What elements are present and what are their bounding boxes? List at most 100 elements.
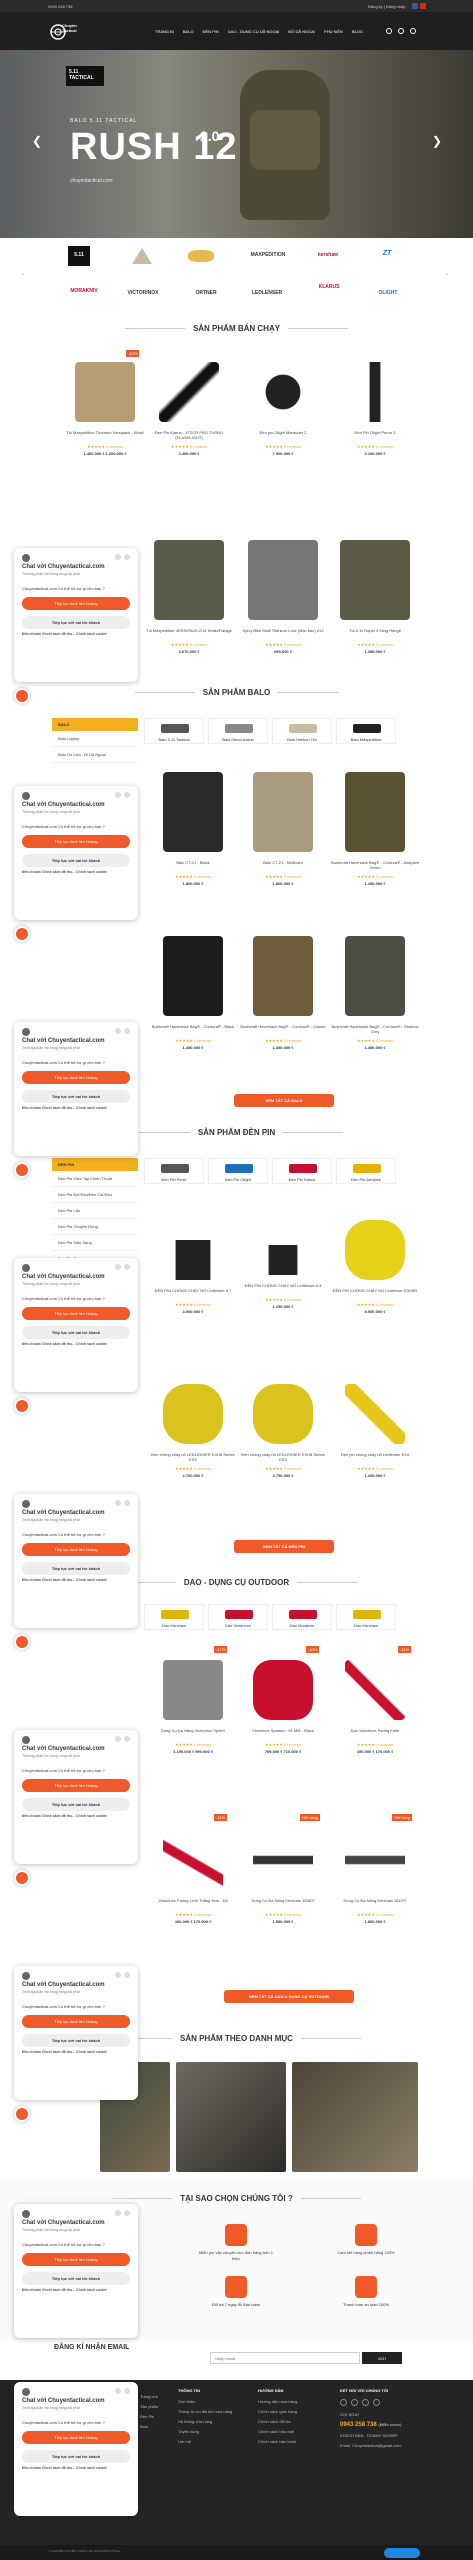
menu-item[interactable]: Đèn Pin Chuyên Dụng bbox=[52, 1219, 138, 1235]
guest-button[interactable]: Tiếp tục với vai trò khách bbox=[22, 854, 130, 867]
nav-item[interactable]: BALO bbox=[183, 29, 194, 34]
product-card[interactable]: Dụng Cụ Đa Năng Kershaw 1810TI ★★★★★ 0 re… bbox=[330, 1830, 420, 1924]
chat-bubble-icon[interactable] bbox=[14, 1398, 30, 1414]
product-card[interactable]: Túi Maxpedition VERSIPACK-K14 Khaki/Foli… bbox=[144, 540, 234, 654]
minimize-icon[interactable] bbox=[115, 1972, 121, 1978]
close-icon[interactable] bbox=[124, 1264, 130, 1270]
close-icon[interactable] bbox=[124, 2210, 130, 2216]
tab-dao[interactable]: Dao Kershaw bbox=[336, 1604, 396, 1630]
minimize-icon[interactable] bbox=[115, 1736, 121, 1742]
twitter-icon[interactable] bbox=[373, 2399, 380, 2406]
topbar-phone[interactable]: 0943 258 738 bbox=[48, 4, 72, 9]
continue-button[interactable]: Tiếp tục dưới tên Hoàng bbox=[22, 1543, 130, 1556]
zalo-button[interactable] bbox=[384, 2548, 420, 2558]
chevron-left-icon[interactable]: ❮ bbox=[32, 134, 42, 148]
tab-balo[interactable]: Balo Direct Action bbox=[208, 718, 268, 744]
product-card[interactable]: Dụng Cụ Đa Năng Kershaw 1556TI ★★★★★ 0 re… bbox=[238, 1830, 328, 1924]
brand-ortner[interactable]: ORTNER bbox=[186, 290, 226, 296]
product-card[interactable]: Dao Victorinox Paring Knife ★★★★★ 0 revie… bbox=[330, 1660, 420, 1754]
product-card[interactable]: Dụng Cụ Đa Năng Victorinox SpiritX ★★★★★ … bbox=[148, 1660, 238, 1754]
brand-victorinox[interactable]: VICTORINOX bbox=[118, 290, 168, 296]
chat-bubble-icon[interactable] bbox=[14, 926, 30, 942]
close-icon[interactable] bbox=[124, 1736, 130, 1742]
youtube-icon[interactable] bbox=[351, 2399, 358, 2406]
product-card[interactable]: Bushcraft Haversack Bag® - Cordura® - Sh… bbox=[330, 936, 420, 1050]
brand-klarus[interactable]: KLARUS bbox=[314, 284, 344, 290]
youtube-icon[interactable] bbox=[420, 3, 426, 9]
product-card[interactable]: Balo CT-21 - Multicam ★★★★★ 0 reviews 1.80… bbox=[238, 772, 328, 886]
nav-item[interactable]: PHỤ KIỆN bbox=[324, 29, 343, 34]
facebook-icon[interactable] bbox=[340, 2399, 347, 2406]
menu-item[interactable]: Đèn Pin Siêu Sáng bbox=[52, 1235, 138, 1251]
product-card[interactable]: Bushcraft Haversack Bag® - Cordura® - Ad… bbox=[330, 772, 420, 886]
guest-button[interactable]: Tiếp tục với vai trò khách bbox=[22, 1798, 130, 1811]
product-card[interactable]: Đèn chống cháy nổ LEDLENSER EXH6 Series … bbox=[148, 1384, 238, 1478]
guest-button[interactable]: Tiếp tục với vai trò khách bbox=[22, 2034, 130, 2047]
brand-logo[interactable] bbox=[132, 248, 152, 264]
product-card[interactable]: Spicy Bike Multi Titanium Lock (Màu bạc)… bbox=[238, 540, 328, 654]
view-all-dao-button[interactable]: XEM TẤT CẢ DAO & DỤNG CỤ OUTDOOR bbox=[224, 1990, 354, 2003]
continue-button[interactable]: Tiếp tục dưới tên Hoàng bbox=[22, 1307, 130, 1320]
nav-item[interactable]: ĐÈN PIN bbox=[203, 29, 219, 34]
brand-zt[interactable]: ZT bbox=[370, 250, 404, 257]
brand-logo[interactable] bbox=[188, 250, 214, 262]
close-icon[interactable] bbox=[124, 1028, 130, 1034]
guest-button[interactable]: Tiếp tục với vai trò khách bbox=[22, 2450, 130, 2463]
continue-button[interactable]: Tiếp tục dưới tên Hoàng bbox=[22, 1779, 130, 1792]
tab-balo[interactable]: Balo Helikon Tex bbox=[272, 718, 332, 744]
close-icon[interactable] bbox=[124, 792, 130, 798]
guest-button[interactable]: Tiếp tục với vai trò khách bbox=[22, 2272, 130, 2285]
product-card[interactable]: Đèn pin Olight Marauder 2 ★★★★★ 0 reviews… bbox=[238, 362, 328, 456]
tab-denpin[interactable]: Đèn Pin Olight bbox=[208, 1158, 268, 1184]
tab-dao[interactable]: Dao Kershaw bbox=[144, 1604, 204, 1630]
instagram-icon[interactable] bbox=[362, 2399, 369, 2406]
category-image[interactable] bbox=[176, 2062, 286, 2172]
guest-button[interactable]: Tiếp tục với vai trò khách bbox=[22, 616, 130, 629]
menu-item[interactable]: Balo Laptop bbox=[52, 731, 138, 747]
minimize-icon[interactable] bbox=[115, 1028, 121, 1034]
product-card[interactable]: Bushcraft Haversack Bag® - Cordura® - Co… bbox=[238, 936, 328, 1050]
chat-bubble-icon[interactable] bbox=[14, 688, 30, 704]
chat-bubble-icon[interactable] bbox=[14, 1162, 30, 1178]
close-icon[interactable] bbox=[124, 2388, 130, 2394]
nav-item[interactable]: TRANG BỊ bbox=[155, 29, 174, 34]
tab-balo[interactable]: Balo Maxpedition bbox=[336, 718, 396, 744]
product-card[interactable]: Đèn Pin Olight Perun 2 ★★★★★ 0 reviews 2.1… bbox=[330, 362, 420, 456]
menu-item[interactable]: Đèn Pin Đội Đầu/Đèn Cài Đầu bbox=[52, 1187, 138, 1203]
continue-button[interactable]: Tiếp tục dưới tên Hoàng bbox=[22, 597, 130, 610]
minimize-icon[interactable] bbox=[115, 792, 121, 798]
close-icon[interactable] bbox=[124, 1500, 130, 1506]
menu-head[interactable]: ĐÈN PIN bbox=[52, 1158, 138, 1171]
continue-button[interactable]: Tiếp tục dưới tên Hoàng bbox=[22, 2253, 130, 2266]
category-image[interactable] bbox=[292, 2062, 418, 2172]
nav-item[interactable]: BLOG bbox=[352, 29, 363, 34]
product-card[interactable]: ĐÈN PIN CHỐNG CHÁY NỔ Ledlenser EXH8R ★★★… bbox=[330, 1220, 420, 1314]
menu-head[interactable]: BALO bbox=[52, 718, 138, 731]
tab-dao[interactable]: Dao Victorinox bbox=[208, 1604, 268, 1630]
guest-button[interactable]: Tiếp tục với vai trò khách bbox=[22, 1326, 130, 1339]
product-card[interactable]: Túi Maxpedition Thornton Versipack - Kha… bbox=[60, 362, 150, 456]
brand-511[interactable]: 5.11 bbox=[68, 246, 90, 266]
tab-denpin[interactable]: Đèn Pin Armytek bbox=[336, 1158, 396, 1184]
hotline[interactable]: 0943 258 738 (Miễn cước) bbox=[340, 2422, 450, 2428]
nav-item[interactable]: DAO - DỤNG CỤ DÃ NGOẠI bbox=[228, 29, 280, 34]
login-link[interactable]: Đăng ký | Đăng nhập bbox=[368, 4, 406, 9]
chevron-right-icon[interactable]: › bbox=[446, 272, 448, 278]
tab-denpin[interactable]: Đèn Pin Fenix bbox=[144, 1158, 204, 1184]
minimize-icon[interactable] bbox=[115, 1500, 121, 1506]
email-input[interactable] bbox=[210, 2352, 360, 2364]
search-icon[interactable] bbox=[386, 28, 392, 34]
facebook-icon[interactable] bbox=[412, 3, 418, 9]
guest-button[interactable]: Tiếp tục với vai trò khách bbox=[22, 1090, 130, 1103]
tab-dao[interactable]: Dao Morakniv bbox=[272, 1604, 332, 1630]
product-card[interactable]: Balo CT-21 - Black ★★★★★ 0 reviews 1.800.0… bbox=[148, 772, 238, 886]
brand-ledlenser[interactable]: LEDLENSER bbox=[242, 290, 292, 296]
product-card[interactable]: ĐÈN PIN CHỐNG CHÁY NỔ Ledlenser iL7 ★★★★★… bbox=[148, 1220, 238, 1314]
view-all-denpin-button[interactable]: XEM TẤT CẢ ĐÈN PIN bbox=[234, 1540, 334, 1553]
minimize-icon[interactable] bbox=[115, 1264, 121, 1270]
cart-icon[interactable] bbox=[398, 28, 404, 34]
product-card[interactable]: Victorinox Spartan - 91 MM - Black ★★★★★ … bbox=[238, 1660, 328, 1754]
user-icon[interactable] bbox=[410, 28, 416, 34]
tab-balo[interactable]: Balo 5.11 Tactical bbox=[144, 718, 204, 744]
product-card[interactable]: Túi 5.11 Rapid 3 Sling Range ★★★★★ 0 revi… bbox=[330, 540, 420, 654]
